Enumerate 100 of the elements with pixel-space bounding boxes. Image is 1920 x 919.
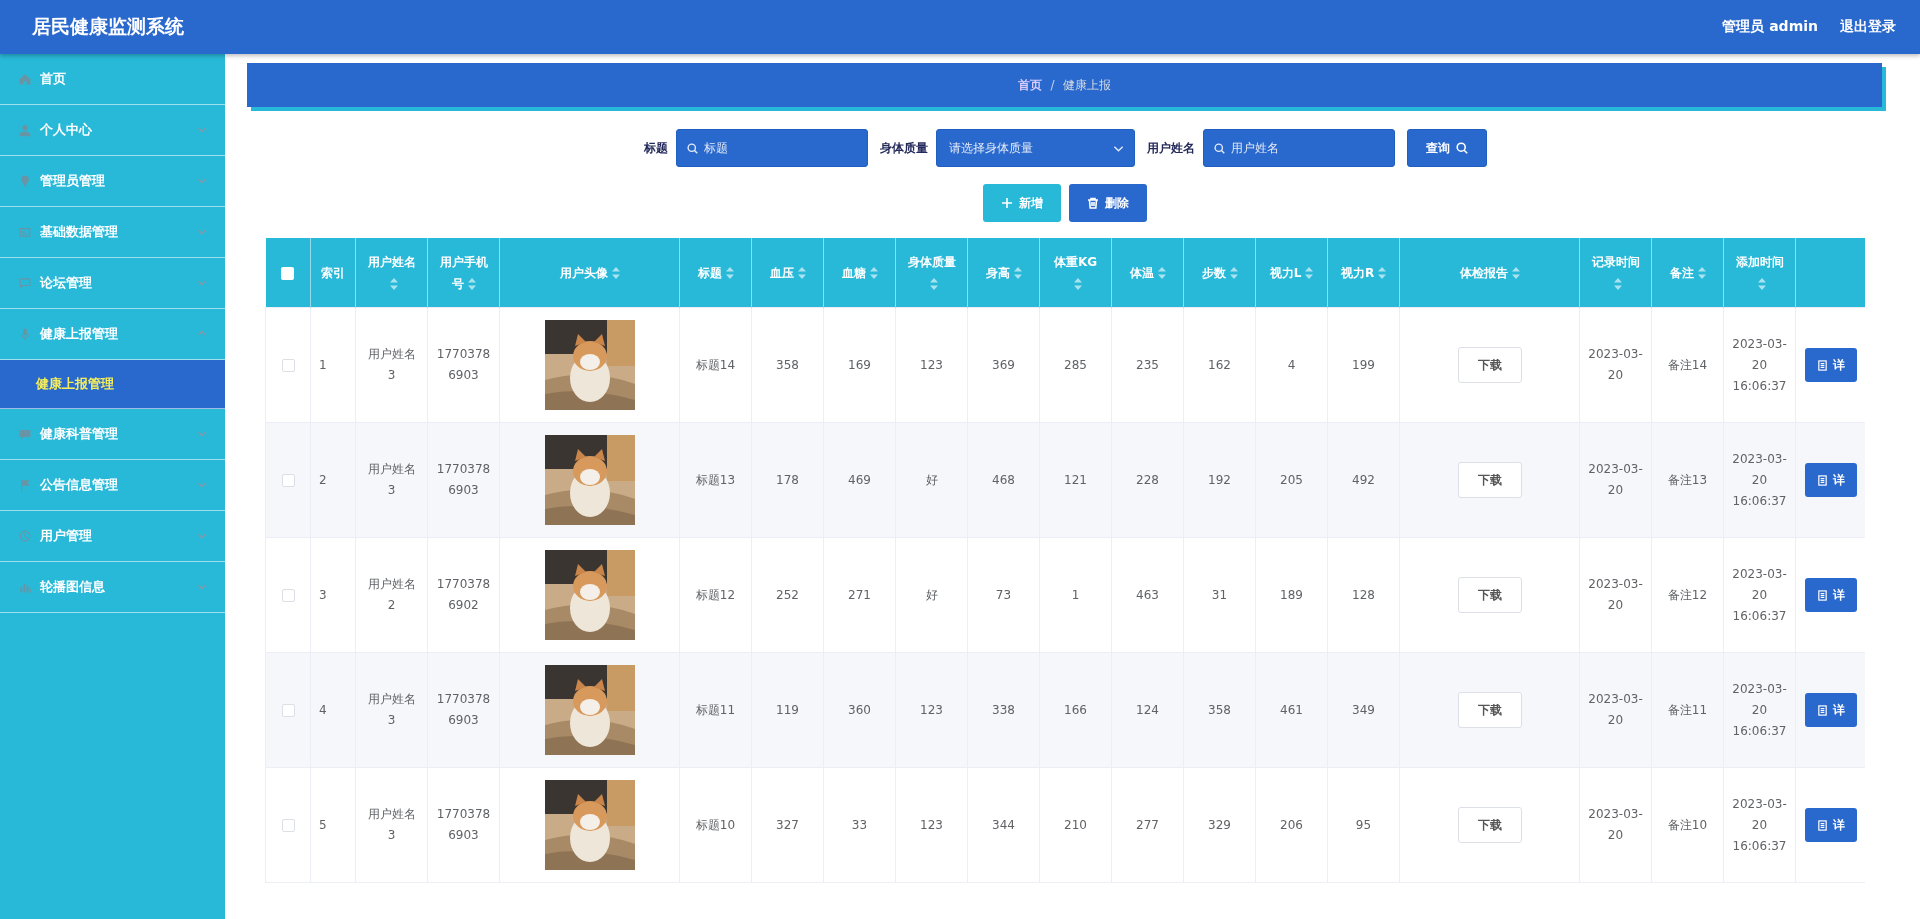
sort-icon[interactable] [797, 267, 806, 279]
row-checkbox[interactable] [281, 358, 295, 372]
sidebar-item[interactable]: 首页 [0, 54, 225, 105]
select-all-checkbox[interactable] [281, 266, 295, 280]
details-button[interactable]: 详 [1804, 808, 1857, 842]
table-cell: 备注10 [1651, 767, 1724, 883]
search-field[interactable]: 标题 [676, 129, 868, 167]
column-header[interactable]: 用户姓名 [355, 238, 428, 308]
download-button[interactable]: 下载 [1457, 577, 1522, 613]
table-cell: 463 [1111, 537, 1184, 653]
sidebar-subitem[interactable]: 健康上报管理 [0, 360, 225, 409]
details-button[interactable]: 详 [1804, 693, 1857, 727]
sort-icon[interactable] [1511, 267, 1520, 279]
column-header[interactable]: 记录时间 [1579, 238, 1652, 308]
sort-icon[interactable] [929, 278, 938, 290]
column-header[interactable]: 体温 [1111, 238, 1184, 308]
sidebar-item[interactable]: 管理员管理 [0, 156, 225, 207]
column-header[interactable]: 用户手机号 [427, 238, 500, 308]
sort-icon[interactable] [467, 278, 476, 290]
sort-icon[interactable] [725, 267, 734, 279]
column-header: 索引 [310, 238, 356, 308]
sidebar-item[interactable]: 基础数据管理 [0, 207, 225, 258]
column-header[interactable]: 血糖 [823, 238, 896, 308]
document-icon [1816, 474, 1828, 486]
sort-icon[interactable] [869, 267, 878, 279]
table-cell: 360 [823, 652, 896, 768]
sort-icon[interactable] [1229, 267, 1238, 279]
column-header[interactable]: 备注 [1651, 238, 1724, 308]
column-header[interactable]: 步数 [1183, 238, 1256, 308]
column-header[interactable]: 用户头像 [499, 238, 680, 308]
sort-icon[interactable] [1757, 278, 1766, 290]
table-cell: 标题14 [679, 307, 752, 423]
row-checkbox[interactable] [281, 703, 295, 717]
select-field[interactable]: 请选择身体质量 [936, 129, 1135, 167]
table-cell: 2023-03-20 16:06:37 [1723, 422, 1796, 538]
row-checkbox[interactable] [281, 588, 295, 602]
column-header[interactable]: 血压 [751, 238, 824, 308]
column-header[interactable]: 标题 [679, 238, 752, 308]
search-field[interactable]: 用户姓名 [1203, 129, 1395, 167]
add-button[interactable]: 新增 [982, 184, 1061, 222]
table-cell: 2023-03-20 [1579, 767, 1652, 883]
column-header[interactable]: 身高 [967, 238, 1040, 308]
sort-icon[interactable] [611, 267, 620, 279]
logout-link[interactable]: 退出登录 [1840, 18, 1896, 36]
table-cell: 468 [967, 422, 1040, 538]
table-cell: 17703786903 [427, 422, 500, 538]
table-cell: 358 [751, 307, 824, 423]
row-checkbox[interactable] [281, 818, 295, 832]
sort-icon[interactable] [1613, 278, 1622, 290]
sort-icon[interactable] [1697, 267, 1706, 279]
table-cell: 166 [1039, 652, 1112, 768]
breadcrumb-link[interactable]: 首页 [1018, 76, 1043, 94]
column-header[interactable]: 身体质量 [895, 238, 968, 308]
search-button[interactable]: 查询 [1407, 129, 1487, 167]
download-button[interactable]: 下载 [1457, 807, 1522, 843]
column-header[interactable]: 视力L [1255, 238, 1328, 308]
sidebar-item[interactable]: 用户管理 [0, 511, 225, 562]
download-button[interactable]: 下载 [1457, 692, 1522, 728]
table-cell: 128 [1327, 537, 1400, 653]
column-header[interactable]: 视力R [1327, 238, 1400, 308]
table-cell: 标题11 [679, 652, 752, 768]
sidebar-item[interactable]: 公告信息管理 [0, 460, 225, 511]
table-cell: 4 [310, 652, 356, 768]
details-button[interactable]: 详 [1804, 348, 1857, 382]
details-button[interactable]: 详 [1804, 578, 1857, 612]
download-button[interactable]: 下载 [1457, 462, 1522, 498]
sidebar-item[interactable]: 轮播图信息 [0, 562, 225, 613]
table-cell: 备注12 [1651, 537, 1724, 653]
column-header[interactable]: 体检报告 [1399, 238, 1580, 308]
table-cell: 标题12 [679, 537, 752, 653]
column-header[interactable]: 体重KG [1039, 238, 1112, 308]
column-header[interactable]: 添加时间 [1723, 238, 1796, 308]
sort-icon[interactable] [1378, 267, 1387, 279]
sort-icon[interactable] [389, 278, 398, 290]
row-checkbox[interactable] [281, 473, 295, 487]
card-icon [18, 225, 32, 239]
document-icon [1816, 589, 1828, 601]
delete-button[interactable]: 删除 [1068, 184, 1147, 222]
table-cell: 271 [823, 537, 896, 653]
sort-icon[interactable] [1073, 278, 1082, 290]
table-cell: 206 [1255, 767, 1328, 883]
details-button[interactable]: 详 [1804, 463, 1857, 497]
user-name: 管理员 admin [1722, 18, 1818, 36]
table-cell: 用户姓名3 [355, 767, 428, 883]
sidebar-item[interactable]: 论坛管理 [0, 258, 225, 309]
table-cell: 用户姓名3 [355, 422, 428, 538]
sort-icon[interactable] [1157, 267, 1166, 279]
chat-icon [18, 276, 32, 290]
trash-icon [1086, 197, 1099, 209]
download-button[interactable]: 下载 [1457, 347, 1522, 383]
breadcrumb-separator: / [1050, 78, 1055, 92]
sidebar-item[interactable]: 健康科普管理 [0, 409, 225, 460]
sidebar-item[interactable]: 个人中心 [0, 105, 225, 156]
table-cell: 2023-03-20 [1579, 537, 1652, 653]
sort-icon[interactable] [1305, 267, 1314, 279]
table-cell: 210 [1039, 767, 1112, 883]
sort-icon[interactable] [1013, 267, 1022, 279]
home-icon [18, 72, 32, 86]
breadcrumb-link[interactable]: 健康上报 [1062, 76, 1111, 94]
table-cell: 2023-03-20 16:06:37 [1723, 652, 1796, 768]
